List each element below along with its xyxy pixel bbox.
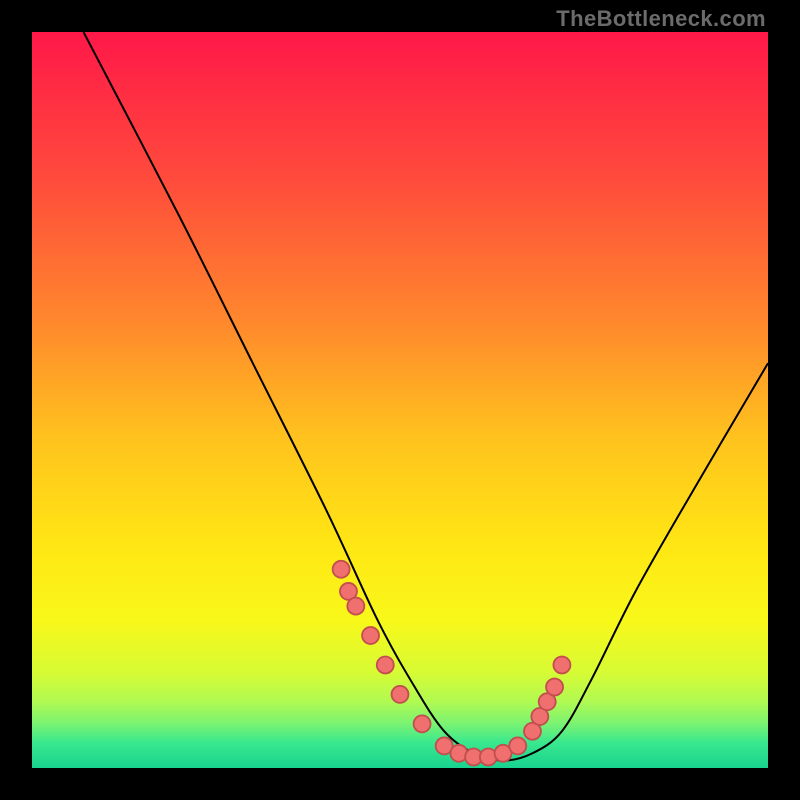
curve-layer [32, 32, 768, 768]
highlight-dot [362, 627, 379, 644]
highlight-dot [414, 715, 431, 732]
highlight-dot [509, 737, 526, 754]
highlight-dots [333, 561, 571, 766]
highlight-dot [553, 656, 570, 673]
chart-stage: TheBottleneck.com [0, 0, 800, 800]
highlight-dot [347, 598, 364, 615]
highlight-dot [333, 561, 350, 578]
watermark-text: TheBottleneck.com [556, 6, 766, 32]
highlight-dot [546, 679, 563, 696]
bottleneck-curve [84, 32, 768, 761]
highlight-dot [377, 656, 394, 673]
highlight-dot [392, 686, 409, 703]
plot-area [32, 32, 768, 768]
